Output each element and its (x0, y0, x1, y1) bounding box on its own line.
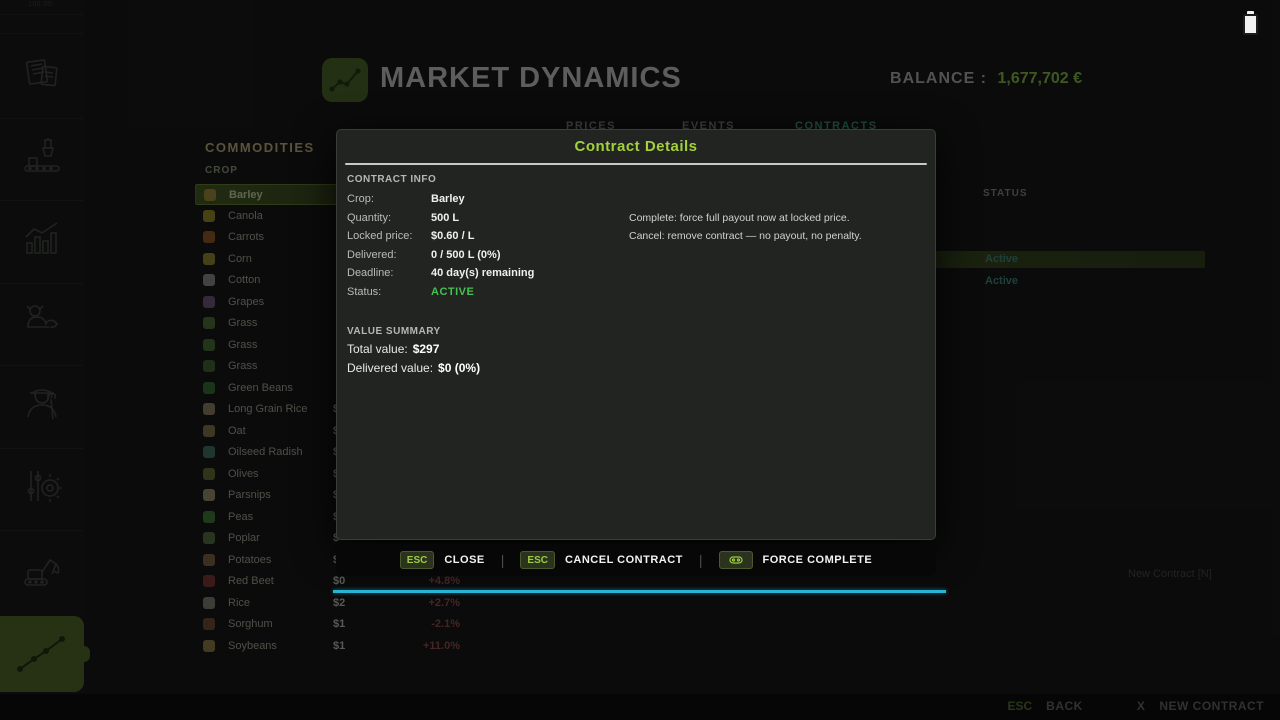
status-badge: ACTIVE (431, 286, 474, 298)
contract-info-header: CONTRACT INFO (347, 174, 436, 185)
cancel-contract-button[interactable]: ESC CANCEL CONTRACT (520, 551, 682, 569)
delivered-label: Delivered: (347, 249, 397, 261)
status-label: Status: (347, 286, 381, 298)
complete-note: Complete: force full payout now at locke… (629, 212, 850, 224)
quantity-label: Quantity: (347, 212, 391, 224)
force-complete-button[interactable]: FORCE COMPLETE (719, 551, 873, 569)
locked-price-value: $0.60 / L (431, 230, 474, 242)
game-screen: 100.00 (0, 0, 1280, 720)
divider (345, 163, 927, 165)
esc-keycap: ESC (520, 551, 555, 569)
gamepad-icon (719, 551, 753, 569)
total-value: $297 (413, 342, 440, 356)
quantity-value: 500 L (431, 212, 459, 224)
locked-price-label: Locked price: (347, 230, 412, 242)
value-summary-header: VALUE SUMMARY (347, 326, 441, 337)
separator: | (699, 552, 703, 568)
separator: | (501, 552, 505, 568)
crop-label: Crop: (347, 193, 374, 205)
total-value-line: Total value: $297 (347, 342, 439, 356)
cancel-note: Cancel: remove contract — no payout, no … (629, 230, 862, 242)
modal-title: Contract Details (337, 138, 935, 155)
battery-icon (1243, 11, 1258, 35)
selection-underline (333, 590, 946, 593)
delivered-value: $0 (0%) (438, 361, 480, 375)
force-complete-label: FORCE COMPLETE (763, 554, 873, 566)
close-label: CLOSE (444, 554, 484, 566)
delivered-value-line: Delivered value: $0 (0%) (347, 361, 480, 375)
cancel-contract-label: CANCEL CONTRACT (565, 554, 683, 566)
crop-value: Barley (431, 193, 465, 205)
deadline-label: Deadline: (347, 267, 393, 279)
contract-details-modal: Contract Details CONTRACT INFO Crop: Bar… (336, 129, 936, 540)
deadline-value: 40 day(s) remaining (431, 267, 534, 279)
esc-keycap: ESC (400, 551, 435, 569)
modal-action-bar: ESC CLOSE | ESC CANCEL CONTRACT | FORCE … (336, 544, 936, 576)
delivered-value-label: Delivered value: (347, 361, 433, 375)
delivered-value: 0 / 500 L (0%) (431, 249, 501, 261)
close-button[interactable]: ESC CLOSE (400, 551, 485, 569)
total-value-label: Total value: (347, 342, 408, 356)
